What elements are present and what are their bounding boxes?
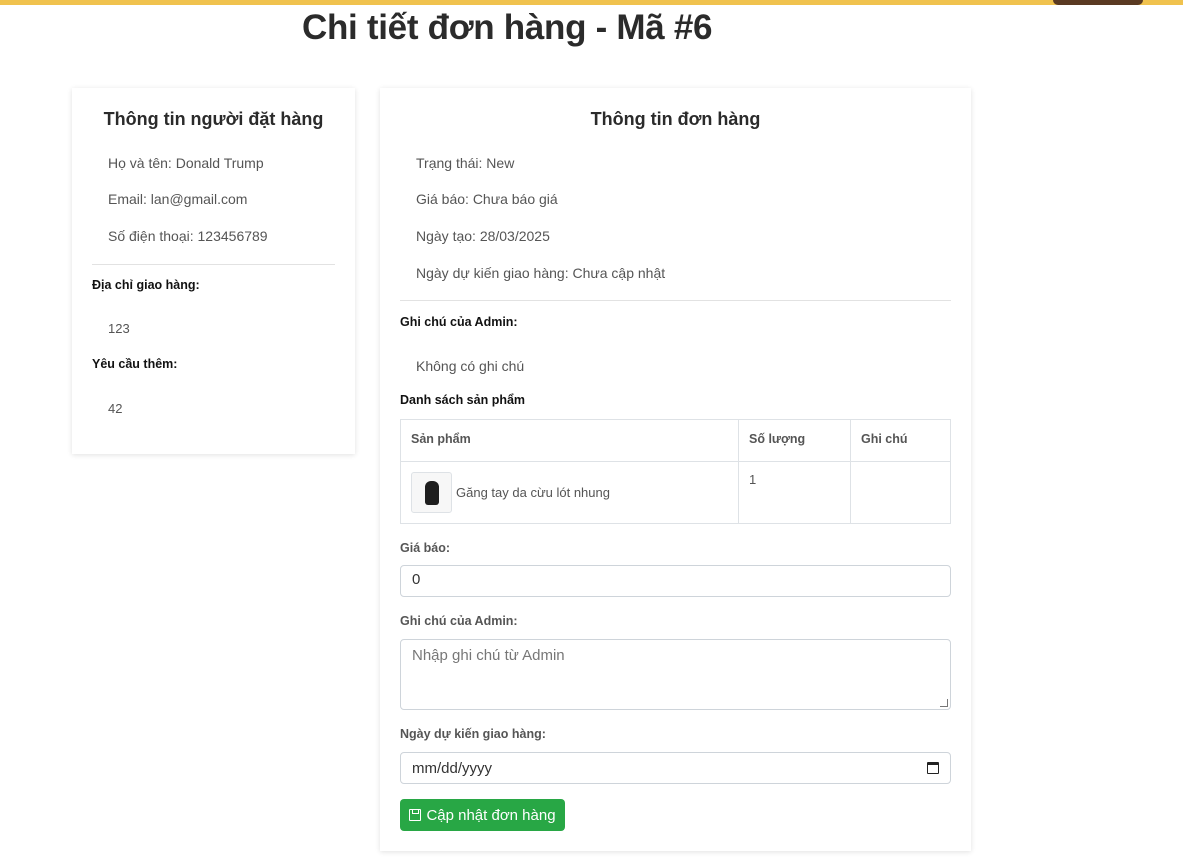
divider	[92, 264, 335, 265]
column-header-product: Sản phẩm	[400, 419, 739, 462]
address-value: 123	[108, 321, 130, 336]
product-cell: Găng tay da cừu lót nhung	[400, 461, 739, 524]
admin-note-label: Ghi chú của Admin:	[400, 315, 518, 329]
order-status: Trạng thái: New	[416, 155, 515, 171]
order-created-date: Ngày tạo: 28/03/2025	[416, 228, 550, 244]
column-header-note: Ghi chú	[850, 419, 951, 462]
update-order-label: Cập nhật đơn hàng	[426, 806, 556, 824]
banner-image-fragment	[1053, 0, 1143, 5]
header-banner-strip	[0, 0, 1183, 5]
quantity-cell: 1	[738, 461, 851, 524]
extra-request-label: Yêu cầu thêm:	[92, 357, 178, 371]
admin-note-field-label: Ghi chú của Admin:	[400, 614, 518, 628]
date-placeholder: mm/dd/yyyy	[412, 759, 493, 777]
table-row: Găng tay da cừu lót nhung 1	[400, 461, 951, 524]
delivery-date-input[interactable]: mm/dd/yyyy	[400, 752, 951, 784]
glove-image	[424, 480, 439, 505]
customer-info-heading: Thông tin người đặt hàng	[103, 109, 324, 129]
product-name: Găng tay da cừu lót nhung	[456, 485, 610, 500]
divider	[400, 300, 951, 301]
delivery-date-field-label: Ngày dự kiến giao hàng:	[400, 727, 546, 741]
price-input[interactable]: 0	[400, 565, 951, 597]
calendar-icon[interactable]	[927, 762, 939, 774]
admin-note-textarea[interactable]: Nhập ghi chú từ Admin	[400, 639, 951, 710]
product-list-label: Danh sách sản phẩm	[400, 393, 526, 407]
page-title: Chi tiết đơn hàng - Mã #6	[302, 8, 713, 47]
order-info-heading: Thông tin đơn hàng	[590, 109, 761, 129]
admin-note-value: Không có ghi chú	[416, 358, 525, 374]
save-icon	[409, 809, 422, 821]
table-header-row: Sản phẩm Số lượng Ghi chú	[400, 419, 951, 462]
column-header-quantity: Số lượng	[738, 419, 851, 462]
order-price: Giá báo: Chưa báo giá	[416, 191, 558, 207]
address-label: Địa chỉ giao hàng:	[92, 278, 200, 292]
customer-email: Email: lan@gmail.com	[108, 191, 248, 207]
product-table: Sản phẩm Số lượng Ghi chú Găng tay da cừ…	[400, 419, 951, 524]
note-cell	[850, 461, 951, 524]
customer-phone: Số điện thoại: 123456789	[108, 228, 268, 244]
admin-note-placeholder: Nhập ghi chú từ Admin	[412, 647, 565, 664]
customer-info-card: Thông tin người đặt hàng Họ và tên: Dona…	[72, 88, 355, 454]
product-thumbnail[interactable]	[411, 472, 452, 513]
order-delivery-date: Ngày dự kiến giao hàng: Chưa cập nhật	[416, 265, 666, 281]
extra-request-value: 42	[108, 401, 123, 416]
price-field-label: Giá báo:	[400, 541, 451, 555]
order-info-card: Thông tin đơn hàng Trạng thái: New Giá b…	[380, 88, 971, 851]
update-order-button[interactable]: Cập nhật đơn hàng	[400, 799, 565, 831]
customer-name: Họ và tên: Donald Trump	[108, 155, 264, 171]
resize-handle[interactable]	[940, 699, 948, 707]
